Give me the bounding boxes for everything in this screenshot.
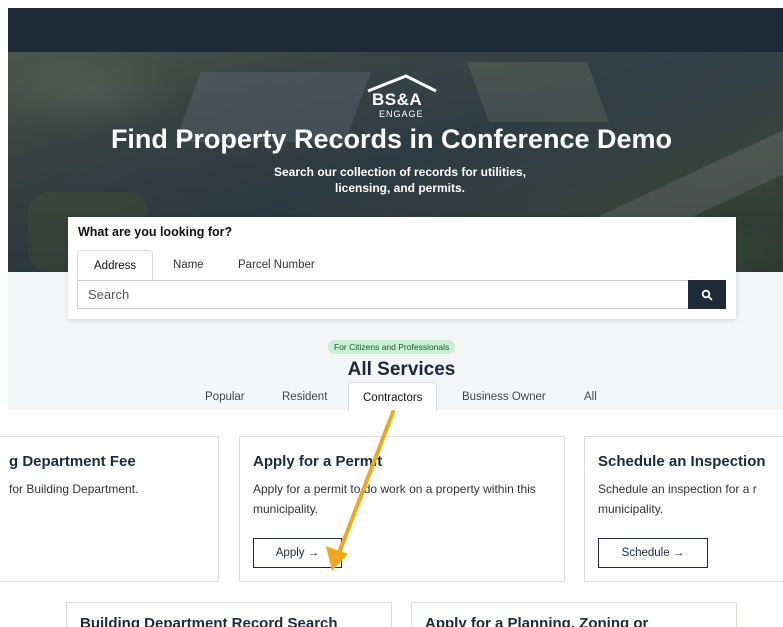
card-description: Schedule an inspection for a r municipal… xyxy=(598,482,757,516)
tab-popular[interactable]: Popular xyxy=(205,391,245,403)
card-title: g Department Fee xyxy=(9,453,136,470)
tab-parcel-number[interactable]: Parcel Number xyxy=(238,250,315,280)
schedule-button[interactable]: Schedule → xyxy=(598,538,708,568)
tab-resident[interactable]: Resident xyxy=(282,391,327,403)
service-card-record-search[interactable]: Building Department Record Search xyxy=(66,602,392,627)
service-card-department-fee[interactable]: g Department Fee for Building Department… xyxy=(0,436,219,582)
card-title: Schedule an Inspection xyxy=(598,453,766,470)
search-icon xyxy=(701,289,713,300)
service-card-planning-zoning[interactable]: Apply for a Planning, Zoning or xyxy=(411,602,737,627)
tab-contractors[interactable]: Contractors xyxy=(348,382,438,412)
top-nav-bar xyxy=(8,8,783,52)
card-title: Building Department Record Search xyxy=(80,615,338,627)
tab-name[interactable]: Name xyxy=(173,250,204,280)
search-panel: What are you looking for? Address Name P… xyxy=(68,217,736,319)
card-description: for Building Department. xyxy=(9,482,139,496)
card-title: Apply for a Planning, Zoning or xyxy=(425,615,649,627)
logo-sub: ENGAGE xyxy=(379,109,424,119)
audience-badge: For Citizens and Professionals xyxy=(328,340,456,354)
service-card-apply-permit[interactable]: Apply for a Permit Apply for a permit to… xyxy=(239,436,565,582)
search-question: What are you looking for? xyxy=(78,225,233,239)
tab-business-owner[interactable]: Business Owner xyxy=(462,391,546,403)
search-input[interactable]: Search xyxy=(77,280,689,309)
services-title: All Services xyxy=(347,359,456,380)
search-button[interactable] xyxy=(688,280,726,309)
service-card-schedule-inspection[interactable]: Schedule an Inspection Schedule an inspe… xyxy=(584,436,783,582)
tab-all[interactable]: All xyxy=(584,391,597,403)
page-subtitle: Search our collection of records for uti… xyxy=(273,165,527,195)
page-title: Find Property Records in Conference Demo xyxy=(110,124,673,154)
apply-button[interactable]: Apply → xyxy=(253,538,342,568)
card-description: Apply for a permit to do work on a prope… xyxy=(253,482,536,516)
logo-brand: BS&A xyxy=(372,90,423,109)
bsa-engage-logo[interactable]: BS&A ENGAGE xyxy=(350,74,460,120)
card-title: Apply for a Permit xyxy=(253,453,383,470)
tab-address[interactable]: Address xyxy=(77,250,154,280)
